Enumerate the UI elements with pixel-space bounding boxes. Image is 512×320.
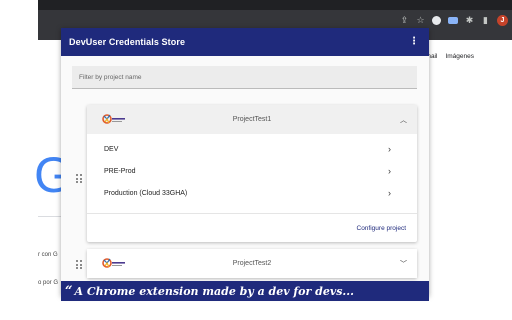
environment-item-production[interactable]: Production (Cloud 33GHA) › bbox=[87, 182, 417, 204]
caption-text: A Chrome extension made by a dev for dev… bbox=[74, 284, 354, 298]
project-name: ProjectTest2 bbox=[232, 260, 272, 267]
background-snippet-1: r con G bbox=[38, 252, 58, 258]
extension-popup: DevUser Credentials Store ⋮ ProjectTest1… bbox=[61, 28, 429, 296]
environment-label: Production (Cloud 33GHA) bbox=[104, 189, 188, 197]
devuser-extension-icon[interactable] bbox=[448, 16, 458, 24]
chevron-right-icon: › bbox=[388, 188, 391, 198]
side-panel-icon[interactable]: ▮ bbox=[481, 15, 490, 25]
browser-toolbar-icons: ⇪ ☆ ✱ ▮ J bbox=[400, 12, 508, 28]
browser-tabstrip bbox=[38, 0, 512, 10]
environment-label: DEV bbox=[104, 145, 119, 153]
panel-actions: Configure project bbox=[87, 214, 417, 242]
configure-project-button[interactable]: Configure project bbox=[357, 225, 407, 232]
project-panel: ProjectTest2 ﹀ bbox=[87, 249, 417, 278]
chevron-down-icon[interactable]: ﹀ bbox=[400, 259, 407, 269]
more-vert-icon[interactable]: ⋮ bbox=[407, 37, 421, 47]
quote-icon: “ bbox=[65, 283, 73, 299]
chevron-right-icon: › bbox=[388, 166, 391, 176]
filter-input[interactable] bbox=[72, 66, 417, 89]
drag-handle-icon[interactable] bbox=[76, 174, 82, 183]
extensions-puzzle-icon[interactable]: ✱ bbox=[465, 15, 474, 25]
google-top-links: mail Imágenes bbox=[426, 53, 474, 60]
project-panel-header[interactable]: ProjectTest1 ︿ bbox=[87, 105, 417, 134]
chevron-right-icon: › bbox=[388, 144, 391, 154]
project-panel-header[interactable]: ProjectTest2 ﹀ bbox=[87, 249, 417, 278]
promo-caption: “ A Chrome extension made by a dev for d… bbox=[61, 281, 429, 301]
environment-item-dev[interactable]: DEV › bbox=[87, 138, 417, 160]
environment-item-pre-prod[interactable]: PRE-Prod › bbox=[87, 160, 417, 182]
environment-label: PRE-Prod bbox=[104, 167, 136, 175]
share-icon[interactable]: ⇪ bbox=[400, 15, 409, 25]
profile-avatar[interactable]: J bbox=[497, 14, 508, 26]
extension-circle-icon[interactable] bbox=[432, 15, 441, 25]
environment-list: DEV › PRE-Prod › Production (Cloud 33GHA… bbox=[87, 134, 417, 204]
popup-title: DevUser Credentials Store bbox=[69, 37, 186, 47]
chevron-up-icon[interactable]: ︿ bbox=[400, 115, 407, 125]
bookmark-star-icon[interactable]: ☆ bbox=[416, 15, 425, 25]
drag-handle-icon[interactable] bbox=[76, 260, 82, 269]
project-panel: ProjectTest1 ︿ DEV › PRE-Prod › Producti… bbox=[87, 105, 417, 242]
project-name: ProjectTest1 bbox=[232, 116, 272, 123]
images-link[interactable]: Imágenes bbox=[445, 53, 474, 60]
popup-header: DevUser Credentials Store ⋮ bbox=[61, 28, 429, 56]
background-snippet-2: o por G bbox=[38, 280, 59, 286]
background-divider bbox=[38, 216, 62, 217]
